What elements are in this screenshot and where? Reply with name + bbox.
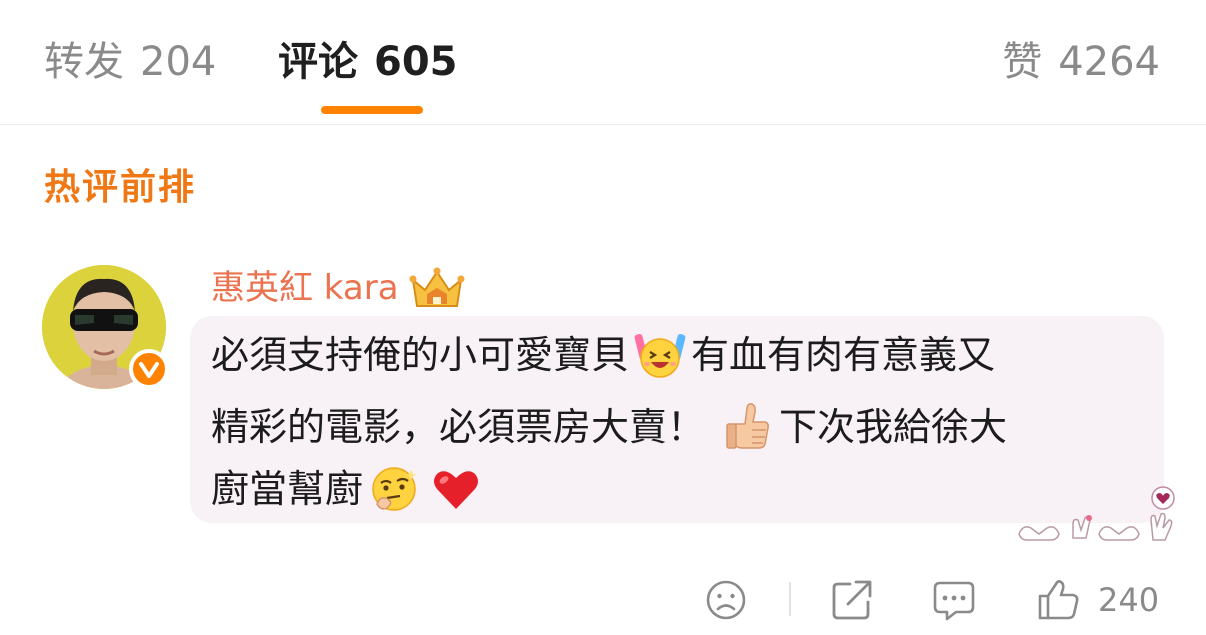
comment-text-segment: 精彩的電影，必須票房大賣！ (211, 405, 706, 449)
verified-badge (129, 349, 169, 389)
thumbs-up-emoji-icon (721, 400, 775, 454)
tab-repost-label: 转发 (44, 39, 124, 85)
tab-repost[interactable]: 转发 204 (44, 36, 216, 88)
tab-repost-count: 204 (140, 39, 217, 85)
tab-comments-count: 605 (374, 39, 458, 85)
comment-text-line: 廚當幫廚 (211, 462, 487, 516)
cheering-emoji-icon (633, 328, 687, 382)
verified-check-icon (139, 362, 159, 378)
active-tab-indicator (321, 106, 423, 114)
thinking-emoji-icon (367, 462, 421, 516)
tab-comments[interactable]: 评论 605 (278, 36, 458, 88)
like-icon[interactable] (1036, 578, 1080, 622)
tab-likes-label: 赞 (1002, 39, 1043, 85)
tab-comments-label: 评论 (278, 39, 358, 85)
comment-text-segment: 有血有肉有意義又 (691, 333, 996, 377)
username[interactable]: 惠英紅 kara (211, 264, 399, 312)
share-icon[interactable] (830, 578, 874, 622)
comment-author[interactable]: 惠英紅 kara (211, 264, 465, 312)
comment-text-line: 精彩的電影，必須票房大賣！ 下次我給徐大 (211, 400, 1007, 454)
red-heart-emoji-icon (429, 462, 483, 516)
tabs-divider (0, 124, 1206, 125)
like-count: 240 (1098, 581, 1160, 619)
action-separator (789, 582, 791, 616)
comment-text-segment: 下次我給徐大 (779, 405, 1008, 449)
tab-likes-count: 4264 (1058, 39, 1160, 85)
reply-icon[interactable] (932, 578, 976, 622)
comment-text-segment: 廚當幫廚 (211, 467, 364, 511)
dislike-icon[interactable] (704, 578, 748, 622)
tab-likes[interactable]: 赞 4264 (1002, 36, 1160, 88)
vip-crown-icon (409, 267, 465, 307)
comment-text-segment: 必須支持俺的小可愛寶貝 (211, 333, 630, 377)
hand-hearts-decoration-icon (1018, 486, 1175, 541)
section-title: 热评前排 (44, 167, 197, 208)
comment-text-line: 必須支持俺的小可愛寶貝 有血有肉有意義又 (211, 328, 995, 382)
